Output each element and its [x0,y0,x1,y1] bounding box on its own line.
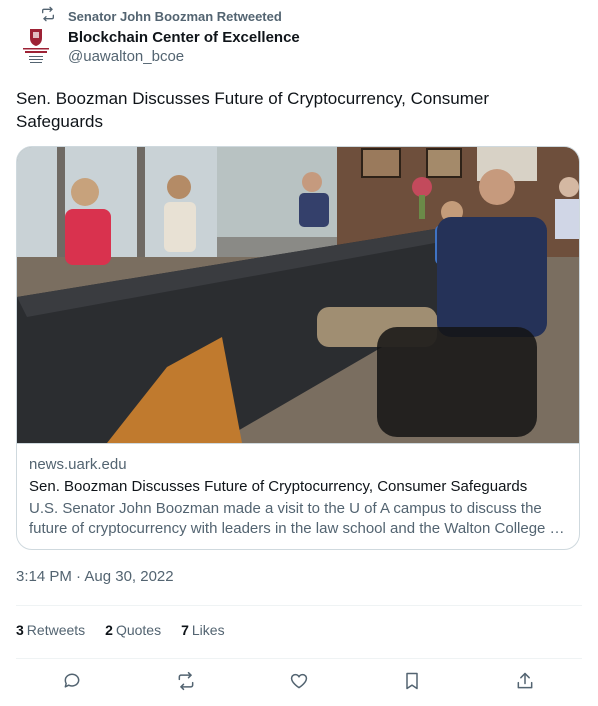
card-description: U.S. Senator John Boozman made a visit t… [29,500,563,537]
reply-button[interactable] [60,671,84,695]
tweet-timestamp[interactable]: 3:14 PM · Aug 30, 2022 [16,568,174,585]
bookmark-button[interactable] [400,671,424,695]
retweet-button[interactable] [174,671,198,695]
share-button[interactable] [513,671,537,695]
retweets-stat[interactable]: 3 Retweets [16,622,85,638]
author-display-name[interactable]: Blockchain Center of Excellence [68,28,300,47]
heart-icon [289,671,309,696]
link-card[interactable]: news.uark.edu Sen. Boozman Discusses Fut… [16,146,580,550]
retweet-label[interactable]: Senator John Boozman Retweeted [68,9,282,24]
divider [16,658,582,659]
retweet-icon [40,6,68,27]
reply-icon [62,671,82,696]
quotes-stat[interactable]: 2 Quotes [105,622,161,638]
share-icon [515,671,535,696]
action-bar [0,671,598,695]
author-block: Blockchain Center of Excellence @uawalto… [68,28,300,67]
like-button[interactable] [287,671,311,695]
tweet-text: Sen. Boozman Discusses Future of Cryptoc… [16,89,490,131]
retweet-header: Senator John Boozman Retweeted [40,6,282,27]
retweet-icon [176,671,196,696]
likes-stat[interactable]: 7 Likes [181,622,224,638]
bookmark-icon [402,671,422,696]
university-of-arkansas-logo [16,26,56,66]
card-body: news.uark.edu Sen. Boozman Discusses Fut… [29,455,569,539]
card-title: Sen. Boozman Discusses Future of Cryptoc… [29,478,528,495]
engagement-stats: 3 Retweets 2 Quotes 7 Likes [16,622,245,638]
author-handle[interactable]: @uawalton_bcoe [68,47,300,67]
divider [16,605,582,606]
card-domain: news.uark.edu [29,456,127,473]
avatar[interactable] [16,26,56,66]
card-image[interactable] [17,147,579,444]
